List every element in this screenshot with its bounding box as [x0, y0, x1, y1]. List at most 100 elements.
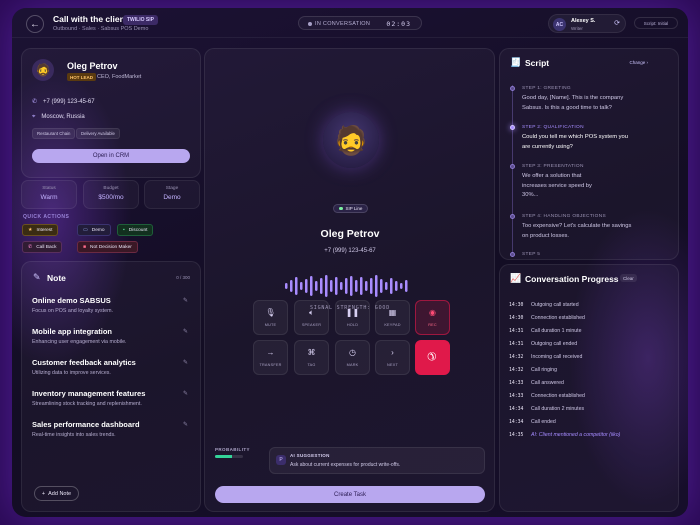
create-task-button[interactable]: Create Task	[215, 486, 485, 503]
stat-stage: Stage Demo	[144, 180, 200, 209]
edit-icon[interactable]: ✎	[183, 297, 188, 304]
tag-restaurant-chain: Restaurant Chain	[32, 128, 76, 139]
edit-icon[interactable]: ✎	[183, 359, 188, 366]
back-button[interactable]: ←	[26, 15, 44, 33]
qa-not-decision-maker-button[interactable]: ■ Not Decision Maker	[77, 241, 138, 253]
contact-phone[interactable]: ✆ +7 (999) 123-45-67	[32, 98, 95, 105]
qa-call-back-button[interactable]: ✆ Call Back	[22, 241, 63, 253]
note-item[interactable]: Mobile app integration Enhancing user en…	[32, 327, 192, 345]
qa-interest-button[interactable]: ★ Interest	[22, 224, 59, 236]
step-4-head[interactable]: STEP 4: HANDLING OBJECTIONS	[522, 214, 606, 219]
hang-up-button[interactable]: ✆	[415, 340, 450, 375]
sip-line-badge: SIP Line	[333, 204, 369, 213]
note-title: Note	[47, 273, 66, 283]
mute-button[interactable]: 🎙︎ MUTE	[253, 300, 288, 335]
qa-demo-button[interactable]: ▭ Demo	[77, 224, 111, 236]
step-2-head[interactable]: STEP 2: QUALIFICATION	[522, 125, 584, 130]
edit-icon[interactable]: ✎	[183, 390, 188, 397]
step-3-head[interactable]: STEP 3: PRESENTATION	[522, 164, 584, 169]
call-status-pill: IN CONVERSATION 02:03	[298, 16, 422, 30]
app-window: ← Call with the client TWILIO SIP Outbou…	[12, 8, 688, 517]
log-row: 14:34 Call duration 2 minutes	[509, 406, 585, 412]
note-item[interactable]: Sales performance dashboard Real-time in…	[32, 420, 192, 438]
twilio-badge: TWILIO SIP	[123, 15, 158, 25]
log-row: 14:34 Call ended	[509, 419, 556, 425]
user-name: Alexey S.	[571, 18, 596, 24]
page-subtitle: Outbound · Sales · Sabsus POS Demo	[53, 26, 149, 32]
script-chip[interactable]: Script: Initial	[634, 17, 678, 29]
microphone-icon: 🎙︎	[265, 308, 276, 317]
stat-budget: Budget $500/mo	[83, 180, 139, 209]
avatar: AC	[553, 18, 566, 31]
block-icon: ■	[83, 244, 87, 250]
log-row-ai: 14:35 AI: Client mentioned a competitor (…	[509, 432, 621, 438]
tag-button[interactable]: ⌘ TAG	[294, 340, 329, 375]
mark-button[interactable]: ◷ MARK	[335, 340, 370, 375]
call-status-text: IN CONVERSATION	[315, 20, 371, 27]
log-row: 14:30 Connection established	[509, 315, 585, 321]
open-crm-button[interactable]: Open in CRM	[32, 149, 190, 163]
speaker-button[interactable]: 🔈︎ SPEAKER	[294, 300, 329, 335]
hold-button[interactable]: ❚❚ HOLD	[335, 300, 370, 335]
script-title: Script	[525, 58, 550, 68]
log-row: 14:32 Call ringing	[509, 367, 557, 373]
arrow-left-icon: ←	[30, 18, 40, 30]
contact-avatar: 🧔	[32, 59, 54, 81]
note-panel: ✎ Note 0 / 300 Online demo SABSUS Focus …	[21, 261, 201, 512]
clock-icon: ◷	[349, 348, 356, 357]
chart-icon: 📈	[510, 273, 522, 283]
note-count: 0 / 300	[176, 275, 190, 280]
contact-card: 🧔 Oleg Petrov HOT LEAD CEO, FoodMarket ✆…	[21, 48, 201, 178]
chevron-right-icon: ›	[391, 348, 394, 357]
transfer-button[interactable]: → TRANSFER	[253, 340, 288, 375]
step-dot	[510, 164, 515, 169]
contact-location: ⌖ Moscow, Russia	[32, 114, 85, 120]
location-pin-icon: ⌖	[32, 114, 36, 120]
tag-icon: ⌘	[307, 348, 316, 357]
step-dot	[510, 252, 515, 257]
ai-suggestion-title: AI SUGGESTION	[290, 453, 330, 458]
online-dot-icon	[339, 206, 343, 211]
call-panel: 🧔 SIP Line Oleg Petrov +7 (999) 123-45-6…	[204, 48, 495, 512]
log-row: 14:31 Call duration 1 minute	[509, 328, 582, 334]
speaker-icon: 🔈︎	[309, 308, 314, 317]
probability-bar	[215, 455, 243, 458]
phone-icon: ✆	[32, 99, 38, 105]
monitor-icon: ▭	[83, 227, 88, 233]
contact-avatar-large: 🧔	[323, 112, 379, 168]
phone-icon: ✆	[28, 244, 33, 250]
edit-icon[interactable]: ✎	[183, 328, 188, 335]
step-5-head[interactable]: STEP 5	[522, 252, 540, 257]
probability-fill	[215, 455, 232, 458]
quick-actions-title: QUICK ACTIONS	[23, 214, 70, 220]
edit-icon[interactable]: ✎	[183, 421, 188, 428]
user-menu[interactable]: AC Alexey S. Writer ⟳	[548, 14, 626, 33]
keypad-button[interactable]: ▦ KEYPAD	[375, 300, 410, 335]
tag-delivery-available: Delivery Available	[76, 128, 120, 139]
clear-log-button[interactable]: Clear	[620, 274, 637, 282]
step-3-body: We offer a solution that increases servic…	[522, 173, 592, 198]
rec-button[interactable]: ◉ REC	[415, 300, 450, 335]
note-item[interactable]: Customer feedback analytics Utilizing da…	[32, 358, 192, 376]
next-button[interactable]: › NEXT	[375, 340, 410, 375]
contact-phone-large: +7 (999) 123-45-67	[324, 248, 376, 254]
qa-discount-button[interactable]: ▪ Discount	[117, 224, 154, 236]
ai-suggestion-text: Ask about current expenses for product w…	[290, 462, 401, 468]
probability-label: PROBABILITY	[215, 447, 250, 452]
note-item[interactable]: Online demo SABSUS Focus on POS and loya…	[32, 296, 192, 314]
step-1-head[interactable]: STEP 1: GREETING	[522, 86, 571, 91]
ai-suggestion-box: P AI SUGGESTION Ask about current expens…	[269, 447, 485, 474]
step-1-body: Good day, [Name]. This is the company Sab…	[522, 95, 624, 111]
note-item[interactable]: Inventory management features Streamlini…	[32, 389, 192, 407]
stat-status: Status Warm	[21, 180, 77, 209]
status-dot-icon	[308, 21, 312, 26]
contact-name: Oleg Petrov	[67, 61, 118, 71]
add-note-button[interactable]: + Add Note	[34, 486, 79, 501]
log-row: 14:30 Outgoing call started	[509, 302, 579, 308]
log-row: 14:33 Connection established	[509, 393, 585, 399]
step-2-body: Could you tell me which POS system you ar…	[522, 134, 628, 150]
ai-icon: P	[276, 455, 286, 465]
refresh-icon[interactable]: ⟳	[614, 19, 620, 27]
change-script-button[interactable]: Change ›	[629, 60, 648, 65]
contact-name-large: Oleg Petrov	[320, 228, 380, 240]
